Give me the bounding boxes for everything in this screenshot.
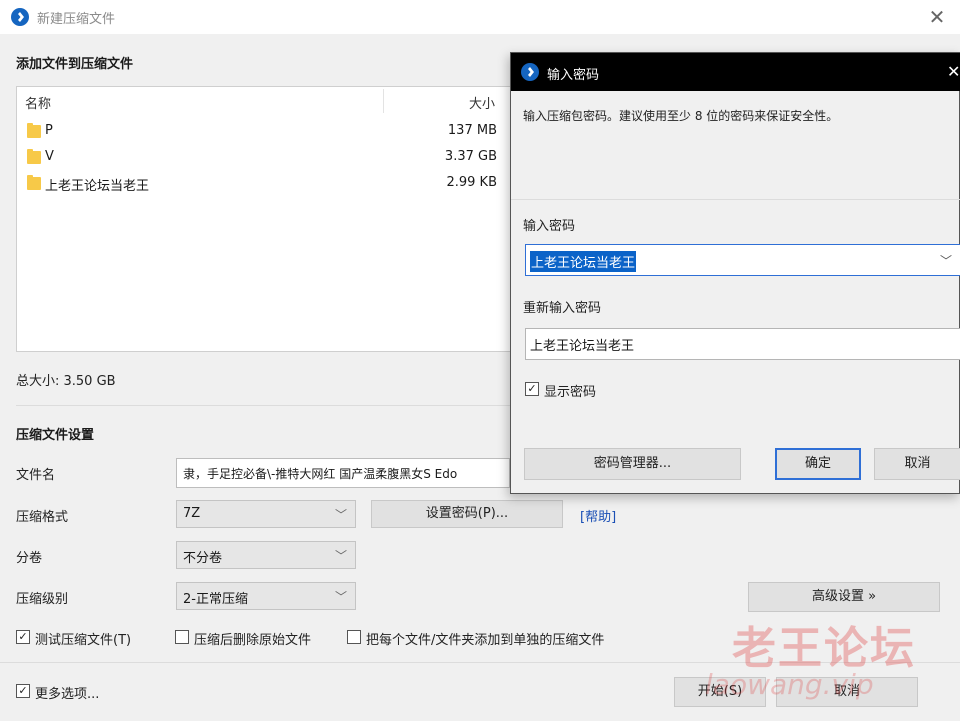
split-label: 分卷 [16, 551, 43, 566]
app-logo-icon [11, 8, 29, 26]
watermark: 老王论坛 [732, 623, 916, 674]
show-password-label[interactable]: 显示密码 [544, 381, 596, 400]
advanced-settings-button[interactable]: 高级设置 » [748, 582, 940, 612]
show-password-checkbox[interactable]: ✓ [525, 382, 539, 396]
app-logo-icon [521, 63, 539, 81]
add-files-heading: 添加文件到压缩文件 [16, 57, 134, 72]
chevron-down-icon: ﹀ [334, 508, 347, 522]
list-item[interactable]: P 137 MB [17, 119, 515, 145]
reenter-password-value: 上老王论坛当老王 [530, 339, 635, 354]
level-value: 2-正常压缩 [183, 592, 248, 607]
level-select[interactable]: 2-正常压缩 ﹀ [176, 582, 356, 610]
test-archive-label[interactable]: 测试压缩文件(T) [35, 629, 131, 648]
file-size: 137 MB [447, 123, 497, 138]
column-header-name[interactable]: 名称 [25, 93, 51, 112]
column-header-size[interactable]: 大小 [469, 93, 495, 112]
list-item[interactable]: V 3.37 GB [17, 145, 515, 171]
chevron-down-icon: ﹀ [334, 590, 347, 604]
ok-button[interactable]: 确定 [775, 448, 861, 480]
format-select[interactable]: 7Z ﹀ [176, 500, 356, 528]
divider [511, 199, 960, 200]
chevron-down-icon: ﹀ [334, 549, 347, 563]
main-window-title: 新建压缩文件 [37, 12, 116, 27]
format-label: 压缩格式 [16, 510, 69, 525]
column-divider[interactable] [383, 89, 384, 113]
password-dialog-title-bar: 输入密码 ✕ [511, 53, 960, 91]
file-size: 2.99 KB [446, 175, 497, 190]
watermark-url: laowang.vip [705, 668, 874, 701]
filename-label: 文件名 [16, 468, 56, 483]
password-dialog: 输入密码 ✕ 输入压缩包密码。建议使用至少 8 位的密码来保证安全性。 输入密码… [510, 52, 960, 494]
file-name: V [45, 149, 54, 164]
password-value: 上老王论坛当老王 [530, 251, 637, 272]
folder-icon [27, 149, 41, 164]
password-description: 输入压缩包密码。建议使用至少 8 位的密码来保证安全性。 [523, 109, 839, 123]
reenter-password-label: 重新输入密码 [523, 301, 602, 316]
file-name: P [45, 123, 53, 138]
main-title-bar: 新建压缩文件 ✕ [0, 0, 960, 34]
main-close-icon[interactable]: ✕ [922, 2, 952, 32]
filename-input[interactable]: 隶，手足控必备\-推特大网红 国产温柔腹黑女S Edo [176, 458, 510, 488]
password-cancel-button[interactable]: 取消 [874, 448, 960, 480]
delete-original-checkbox[interactable] [175, 630, 189, 644]
password-input[interactable]: 上老王论坛当老王 ﹀ [525, 244, 960, 276]
total-size: 总大小: 3.50 GB [16, 374, 116, 389]
level-label: 压缩级别 [16, 592, 69, 607]
password-manager-button[interactable]: 密码管理器... [524, 448, 741, 480]
help-link[interactable]: [帮助] [580, 506, 616, 525]
file-name: 上老王论坛当老王 [45, 179, 150, 194]
chevron-down-icon[interactable]: ﹀ [940, 252, 952, 269]
folder-icon [27, 175, 41, 190]
split-select[interactable]: 不分卷 ﹀ [176, 541, 356, 569]
list-item[interactable]: 上老王论坛当老王 2.99 KB [17, 171, 515, 197]
file-list[interactable]: 名称 大小 P 137 MB V 3.37 GB 上老王论坛当老王 2.99 K… [16, 86, 516, 352]
delete-original-label[interactable]: 压缩后删除原始文件 [194, 629, 311, 648]
separate-archives-checkbox[interactable] [347, 630, 361, 644]
split-value: 不分卷 [183, 551, 223, 566]
password-label: 输入密码 [523, 219, 576, 234]
settings-heading: 压缩文件设置 [16, 428, 95, 443]
more-options-checkbox[interactable]: ✓ [16, 684, 30, 698]
set-password-button[interactable]: 设置密码(P)... [371, 500, 563, 528]
divider [16, 405, 510, 406]
folder-icon [27, 123, 41, 138]
format-value: 7Z [183, 506, 201, 521]
separate-archives-label[interactable]: 把每个文件/文件夹添加到单独的压缩文件 [366, 629, 604, 648]
reenter-password-input[interactable]: 上老王论坛当老王 [525, 328, 960, 360]
more-options-label[interactable]: 更多选项... [35, 683, 99, 702]
password-dialog-title: 输入密码 [547, 68, 600, 83]
file-size: 3.37 GB [444, 149, 497, 164]
test-archive-checkbox[interactable]: ✓ [16, 630, 30, 644]
password-close-icon[interactable]: ✕ [947, 62, 960, 81]
